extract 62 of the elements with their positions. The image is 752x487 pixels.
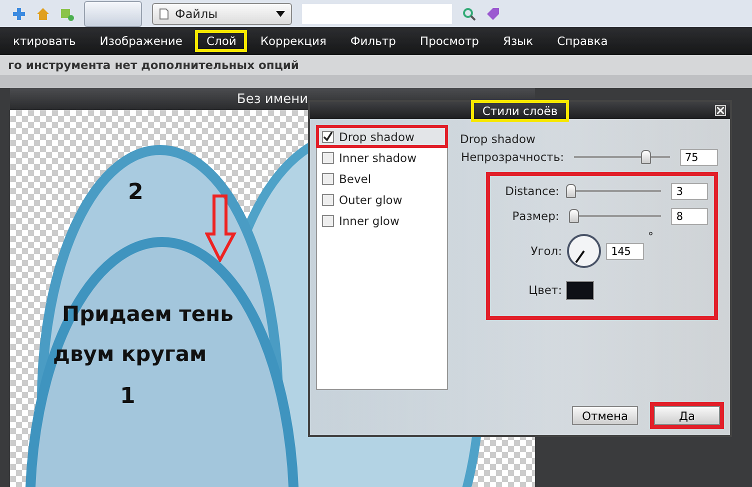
effect-label: Inner shadow bbox=[339, 150, 416, 164]
menu-item[interactable]: Язык bbox=[494, 32, 542, 50]
menu-item[interactable]: Слой bbox=[197, 32, 246, 50]
close-icon bbox=[717, 107, 724, 114]
effect-label: Bevel bbox=[339, 172, 372, 186]
down-arrow-icon bbox=[205, 194, 237, 262]
section-title: Drop shadow bbox=[460, 132, 536, 146]
caption-text: Придаем тень bbox=[62, 302, 234, 326]
menu-item[interactable]: Фильтр bbox=[341, 32, 405, 50]
angle-dial[interactable] bbox=[566, 233, 602, 269]
slider-thumb[interactable] bbox=[641, 150, 651, 164]
slider-thumb[interactable] bbox=[568, 209, 579, 223]
image-thumbnail[interactable] bbox=[84, 0, 142, 26]
checkmark-icon bbox=[323, 132, 333, 142]
angle-field[interactable]: 145 bbox=[606, 242, 644, 260]
home-icon[interactable] bbox=[36, 6, 50, 20]
checkbox[interactable] bbox=[322, 214, 334, 226]
value-field[interactable]: 3 bbox=[671, 182, 708, 200]
value-field[interactable]: 75 bbox=[680, 148, 718, 166]
checkbox[interactable] bbox=[322, 130, 334, 142]
effect-label: Drop shadow bbox=[339, 130, 414, 144]
color-swatch[interactable] bbox=[566, 280, 594, 300]
checkbox[interactable] bbox=[322, 152, 334, 164]
menu-item[interactable]: Справка bbox=[548, 32, 617, 50]
options-text: го инструмента нет дополнительных опций bbox=[0, 55, 752, 75]
layers-icon[interactable] bbox=[60, 6, 74, 20]
setting-label: Distance: bbox=[504, 184, 560, 198]
setting-label: Непрозрачность: bbox=[460, 150, 564, 164]
setting-label: Угол: bbox=[530, 244, 562, 258]
search-icon[interactable] bbox=[462, 6, 476, 20]
effect-label: Inner glow bbox=[339, 214, 400, 228]
checkbox[interactable] bbox=[322, 172, 334, 184]
caret-icon bbox=[276, 10, 285, 16]
file-dropdown[interactable]: Файлы bbox=[152, 2, 292, 24]
slider-track[interactable] bbox=[569, 209, 662, 223]
number-label: 1 bbox=[120, 384, 136, 409]
text-field[interactable] bbox=[302, 4, 452, 24]
checkbox[interactable] bbox=[322, 194, 334, 206]
menu-item[interactable]: Коррекция bbox=[251, 32, 336, 50]
menu-item[interactable]: ктировать bbox=[4, 32, 85, 50]
effect-label: Outer glow bbox=[339, 192, 402, 206]
effect-item[interactable]: Outer glow bbox=[317, 189, 447, 210]
effect-item[interactable]: Drop shadow bbox=[317, 126, 447, 147]
menu-item[interactable]: Изображение bbox=[90, 32, 192, 50]
slider-track[interactable] bbox=[574, 150, 670, 164]
setting-label: Размер: bbox=[511, 209, 560, 223]
menu-item[interactable]: Просмотр bbox=[410, 32, 488, 50]
degree-sign: ° bbox=[648, 230, 654, 243]
value-field[interactable]: 8 bbox=[671, 208, 708, 224]
slider-thumb[interactable] bbox=[566, 184, 576, 198]
tag-icon[interactable] bbox=[486, 6, 500, 20]
dialog-button[interactable]: Отмена bbox=[572, 406, 638, 425]
setting-label: Цвет: bbox=[528, 283, 562, 297]
effect-item[interactable]: Bevel bbox=[317, 168, 447, 189]
slider-track[interactable] bbox=[569, 184, 662, 198]
close-button[interactable] bbox=[715, 105, 726, 116]
effect-item[interactable]: Inner glow bbox=[317, 210, 447, 231]
caption-text: двум кругам bbox=[53, 342, 207, 366]
number-label: 2 bbox=[128, 180, 144, 205]
effect-item[interactable]: Inner shadow bbox=[317, 147, 447, 168]
plus-icon[interactable] bbox=[12, 6, 26, 20]
file-icon bbox=[159, 8, 169, 20]
